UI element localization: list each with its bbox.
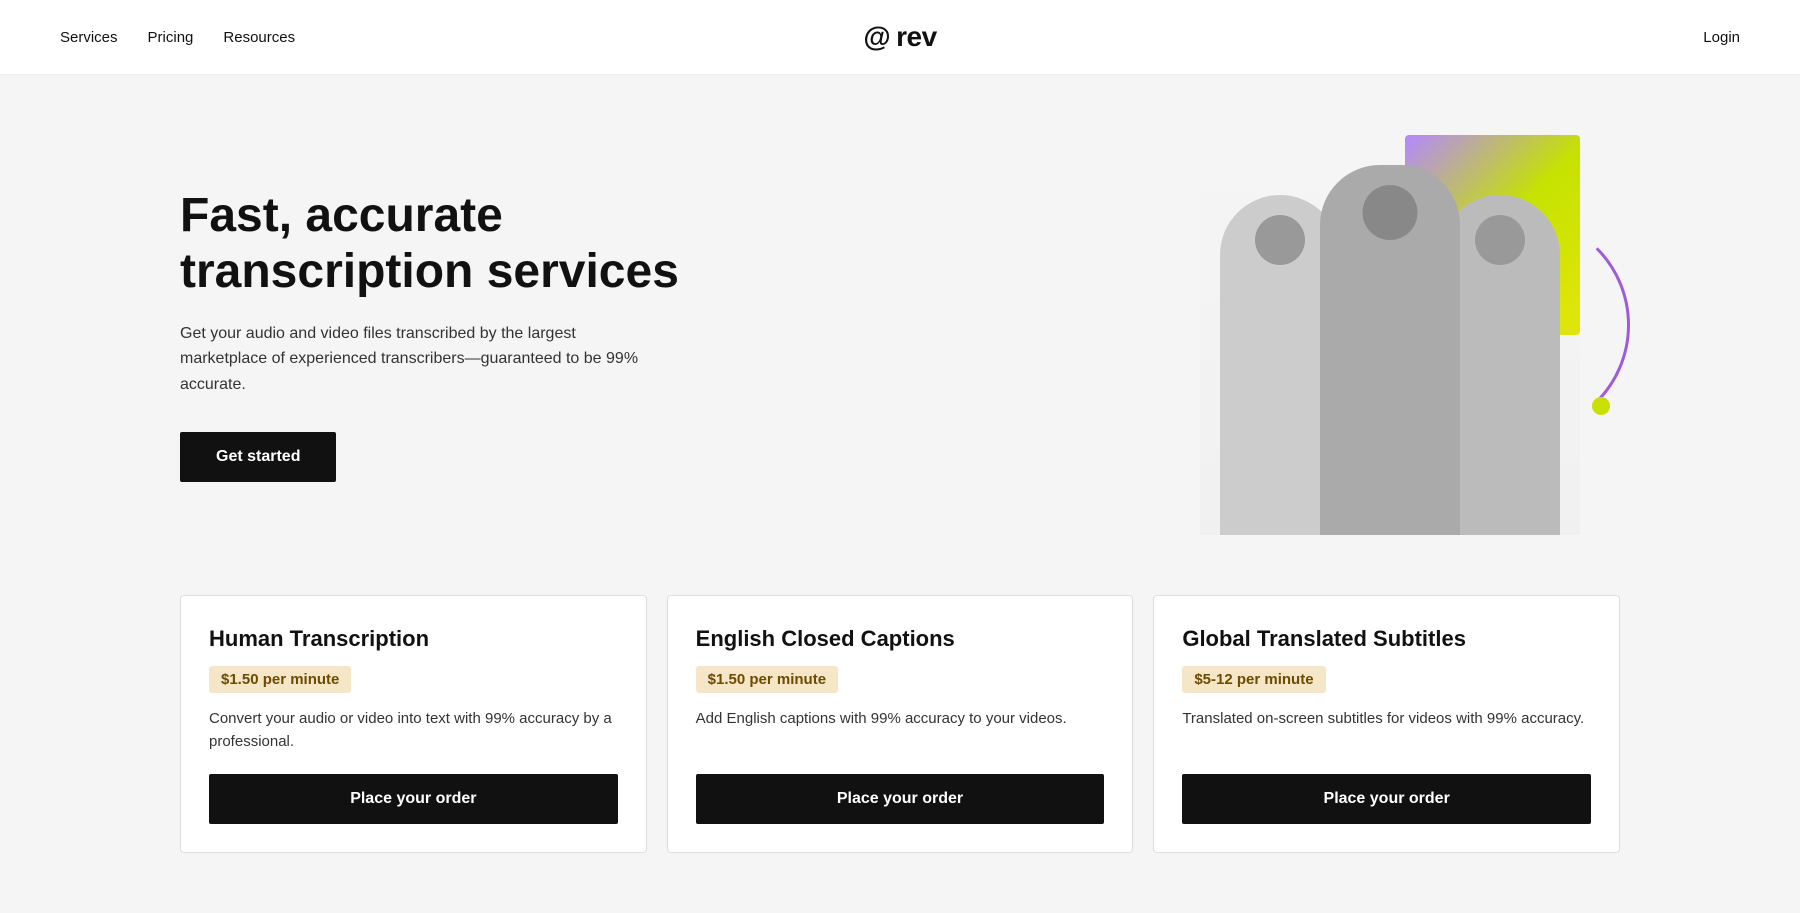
get-started-button[interactable]: Get started	[180, 432, 336, 482]
hero-image	[1140, 135, 1620, 535]
logo-at-symbol: @	[863, 21, 890, 53]
card-3-price: $5-12 per minute	[1182, 666, 1325, 693]
card-1-order-button[interactable]: Place your order	[209, 774, 618, 824]
login-link[interactable]: Login	[1703, 29, 1740, 46]
navbar: Services Pricing Resources @ rev Login	[0, 0, 1800, 75]
card-2-description: Add English captions with 99% accuracy t…	[696, 707, 1105, 754]
card-2-title: English Closed Captions	[696, 626, 1105, 652]
card-1-description: Convert your audio or video into text wi…	[209, 707, 618, 754]
nav-pricing[interactable]: Pricing	[148, 29, 194, 46]
card-english-captions: English Closed Captions $1.50 per minute…	[667, 595, 1134, 853]
card-2-order-button[interactable]: Place your order	[696, 774, 1105, 824]
card-3-order-button[interactable]: Place your order	[1182, 774, 1591, 824]
card-human-transcription: Human Transcription $1.50 per minute Con…	[180, 595, 647, 853]
nav-services[interactable]: Services	[60, 29, 118, 46]
hero-dot-lime	[1592, 397, 1610, 415]
cards-grid: Human Transcription $1.50 per minute Con…	[180, 595, 1620, 853]
logo-text: rev	[896, 21, 937, 53]
hero-people-group	[1200, 165, 1580, 535]
card-1-title: Human Transcription	[209, 626, 618, 652]
nav-resources[interactable]: Resources	[223, 29, 295, 46]
nav-left: Services Pricing Resources	[60, 29, 295, 46]
hero-section: Fast, accurate transcription services Ge…	[0, 75, 1800, 595]
card-3-description: Translated on-screen subtitles for video…	[1182, 707, 1591, 754]
cards-section: Human Transcription $1.50 per minute Con…	[0, 595, 1800, 913]
person-center	[1320, 165, 1460, 535]
card-global-subtitles: Global Translated Subtitles $5-12 per mi…	[1153, 595, 1620, 853]
card-1-price: $1.50 per minute	[209, 666, 351, 693]
hero-description: Get your audio and video files transcrib…	[180, 321, 640, 398]
site-logo[interactable]: @ rev	[863, 21, 936, 53]
card-3-title: Global Translated Subtitles	[1182, 626, 1591, 652]
card-2-price: $1.50 per minute	[696, 666, 838, 693]
hero-content: Fast, accurate transcription services Ge…	[180, 188, 700, 481]
hero-title: Fast, accurate transcription services	[180, 188, 700, 298]
